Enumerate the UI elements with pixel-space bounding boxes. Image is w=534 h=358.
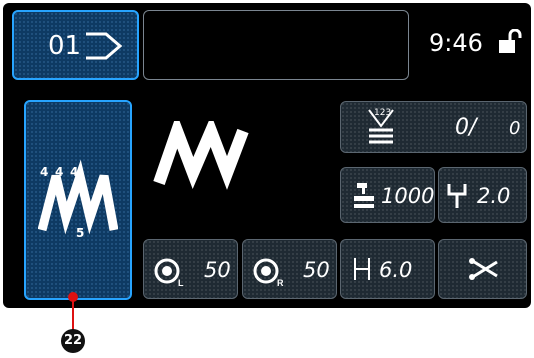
- right-width-button[interactable]: R 50: [242, 239, 337, 299]
- zigzag-width-button[interactable]: 6.0: [340, 239, 435, 299]
- stitch-pitch-button[interactable]: 2.0: [438, 167, 527, 223]
- max-speed-icon: [354, 183, 374, 208]
- bobbin-counter-button[interactable]: 123 0/ 0: [340, 101, 527, 153]
- counter-icon-label: 123: [374, 108, 392, 118]
- title-display: [143, 10, 409, 80]
- diamond-arrow-icon: [86, 32, 123, 60]
- scissors-icon: [469, 258, 498, 280]
- max-speed-button[interactable]: 1000: [340, 167, 435, 223]
- pattern-label-bottom: 5: [76, 226, 85, 240]
- callout-line: [72, 300, 74, 330]
- right-width-icon: [253, 258, 279, 284]
- zigzag-stitch-icon: [153, 121, 249, 190]
- clock-time: 9:46: [429, 29, 483, 57]
- stitch-pitch-icon: [447, 184, 467, 208]
- right-width-sub: R: [277, 278, 284, 288]
- pattern-label-top-2: 4: [55, 165, 64, 179]
- pattern-label-top-3: 4: [70, 165, 79, 179]
- left-width-sub: L: [178, 278, 184, 288]
- callout-number: 22: [61, 329, 85, 353]
- pattern-number-button[interactable]: 01: [12, 10, 139, 80]
- left-width-icon: [154, 258, 180, 284]
- unlock-icon[interactable]: [497, 29, 525, 55]
- left-width-button[interactable]: L 50: [143, 239, 238, 299]
- left-width-value: 50: [204, 258, 231, 282]
- operation-panel-screen: 01 9:46 4 4 4 5 123 0/ 0 1000 2.0 L 50 R…: [3, 3, 531, 308]
- right-width-value: 50: [303, 258, 330, 282]
- thread-trim-button[interactable]: [438, 239, 527, 299]
- pattern-number-label: 01: [48, 31, 82, 61]
- zigzag-width-value: 6.0: [379, 258, 413, 282]
- stitch-pattern-button[interactable]: 4 4 4 5: [24, 100, 132, 300]
- pattern-label-top-1: 4: [40, 165, 49, 179]
- pitch-value: 2.0: [477, 184, 511, 208]
- speed-value: 1000: [381, 184, 435, 208]
- counter-value: 0/: [455, 115, 477, 140]
- zigzag-width-icon: [354, 258, 370, 280]
- counter-total: 0: [509, 118, 521, 139]
